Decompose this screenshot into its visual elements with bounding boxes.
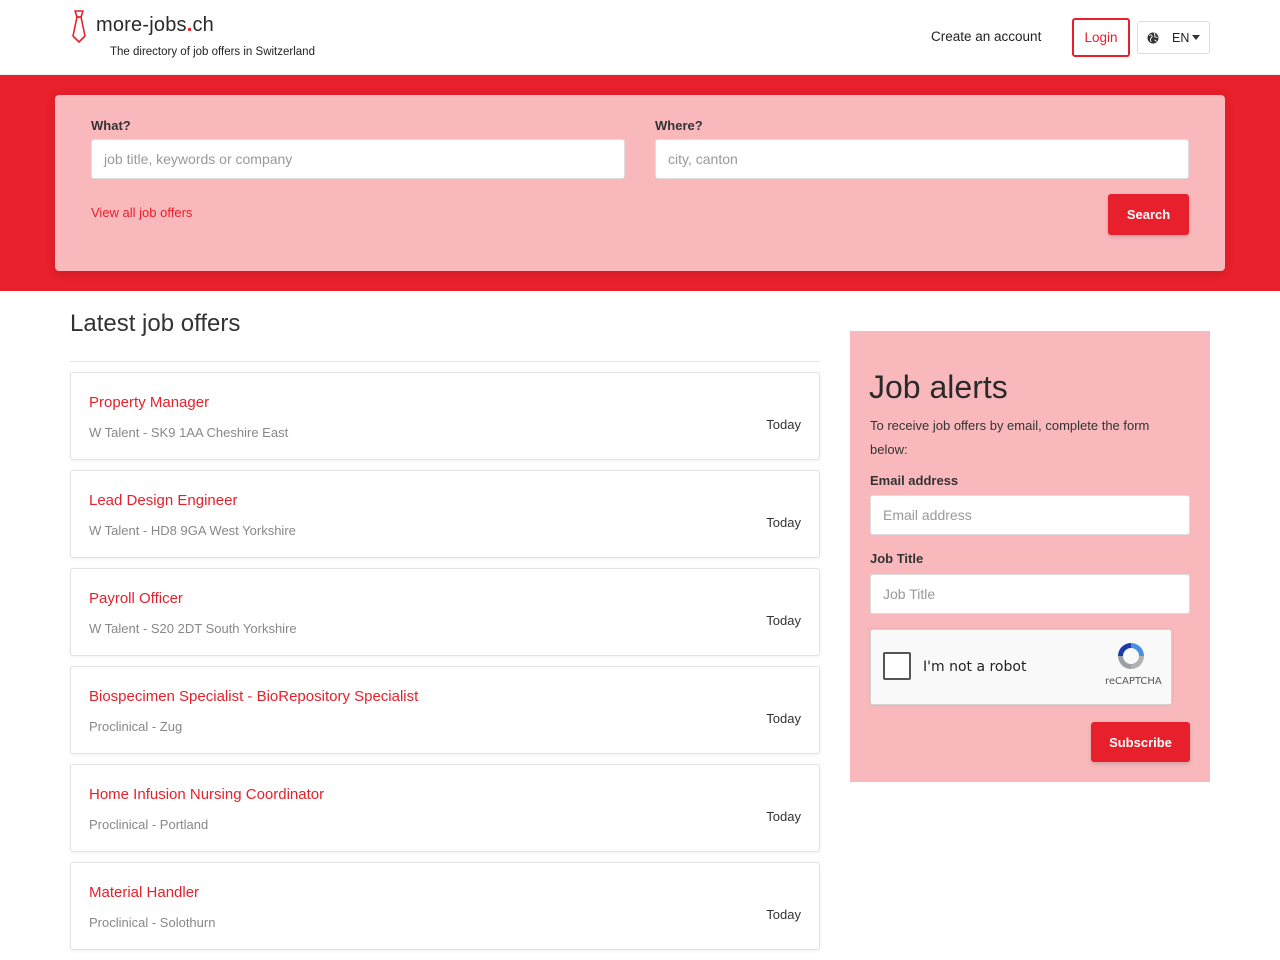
job-company-location: W Talent - SK9 1AA Cheshire East — [89, 425, 289, 440]
job-title-link[interactable]: Biospecimen Specialist - BioRepository S… — [89, 688, 418, 705]
job-card[interactable]: Home Infusion Nursing Coordinator Procli… — [70, 764, 820, 852]
search-button[interactable]: Search — [1108, 194, 1189, 235]
what-input[interactable]: job title, keywords or company — [91, 139, 625, 179]
tie-logo-icon — [72, 10, 86, 43]
subscribe-button[interactable]: Subscribe — [1091, 722, 1190, 762]
job-card[interactable]: Material Handler Proclinical - Solothurn… — [70, 862, 820, 950]
job-title-link[interactable]: Material Handler — [89, 884, 199, 901]
email-field[interactable]: Email address — [870, 495, 1190, 535]
job-title-label: Job Title — [870, 551, 924, 566]
job-date: Today — [766, 907, 801, 922]
job-title-link[interactable]: Payroll Officer — [89, 590, 183, 607]
login-button[interactable]: Login — [1072, 18, 1130, 57]
job-card[interactable]: Property Manager W Talent - SK9 1AA Ches… — [70, 372, 820, 460]
search-panel: What? job title, keywords or company Whe… — [55, 95, 1225, 271]
tagline: The directory of job offers in Switzerla… — [110, 46, 315, 58]
job-company-location: W Talent - S20 2DT South Yorkshire — [89, 621, 297, 636]
caret-down-icon — [1192, 35, 1201, 40]
what-label: What? — [91, 118, 131, 133]
job-company-location: Proclinical - Solothurn — [89, 915, 216, 930]
recaptcha-widget: I'm not a robot reCAPTCHA — [870, 629, 1172, 705]
language-code: EN — [1172, 30, 1190, 45]
create-account-link[interactable]: Create an account — [931, 29, 1041, 44]
job-date: Today — [766, 613, 801, 628]
email-label: Email address — [870, 473, 959, 488]
job-alerts-intro: To receive job offers by email, complete… — [870, 418, 1150, 457]
logo-wordmark: more-jobs.ch — [96, 14, 215, 36]
job-card[interactable]: Payroll Officer W Talent - S20 2DT South… — [70, 568, 820, 656]
recaptcha-label: I'm not a robot — [923, 659, 1027, 675]
where-input[interactable]: city, canton — [655, 139, 1189, 179]
job-company-location: W Talent - HD8 9GA West Yorkshire — [89, 523, 296, 538]
job-date: Today — [766, 515, 801, 530]
job-title-link[interactable]: Lead Design Engineer — [89, 492, 237, 509]
section-divider — [70, 361, 820, 362]
job-company-location: Proclinical - Portland — [89, 817, 209, 832]
job-card[interactable]: Lead Design Engineer W Talent - HD8 9GA … — [70, 470, 820, 558]
job-date: Today — [766, 711, 801, 726]
job-alerts-heading: Job alerts — [869, 369, 1008, 405]
where-label: Where? — [655, 118, 703, 133]
recaptcha-brand: reCAPTCHA — [1105, 676, 1162, 687]
job-date: Today — [766, 417, 801, 432]
job-date: Today — [766, 809, 801, 824]
site-header: more-jobs.ch The directory of job offers… — [0, 0, 1280, 75]
job-title-field[interactable]: Job Title — [870, 574, 1190, 614]
recaptcha-checkbox[interactable] — [883, 652, 911, 680]
job-card[interactable]: Biospecimen Specialist - BioRepository S… — [70, 666, 820, 754]
language-selector[interactable]: EN — [1137, 21, 1210, 54]
job-alerts-panel: Job alerts To receive job offers by emai… — [850, 331, 1210, 782]
job-title-link[interactable]: Home Infusion Nursing Coordinator — [89, 786, 324, 803]
job-title-link[interactable]: Property Manager — [89, 394, 209, 411]
view-all-jobs-link[interactable]: View all job offers — [91, 205, 192, 220]
job-company-location: Proclinical - Zug — [89, 719, 183, 734]
recaptcha-icon — [1118, 643, 1144, 669]
latest-jobs-heading: Latest job offers — [70, 310, 241, 337]
globe-icon — [1147, 32, 1159, 43]
